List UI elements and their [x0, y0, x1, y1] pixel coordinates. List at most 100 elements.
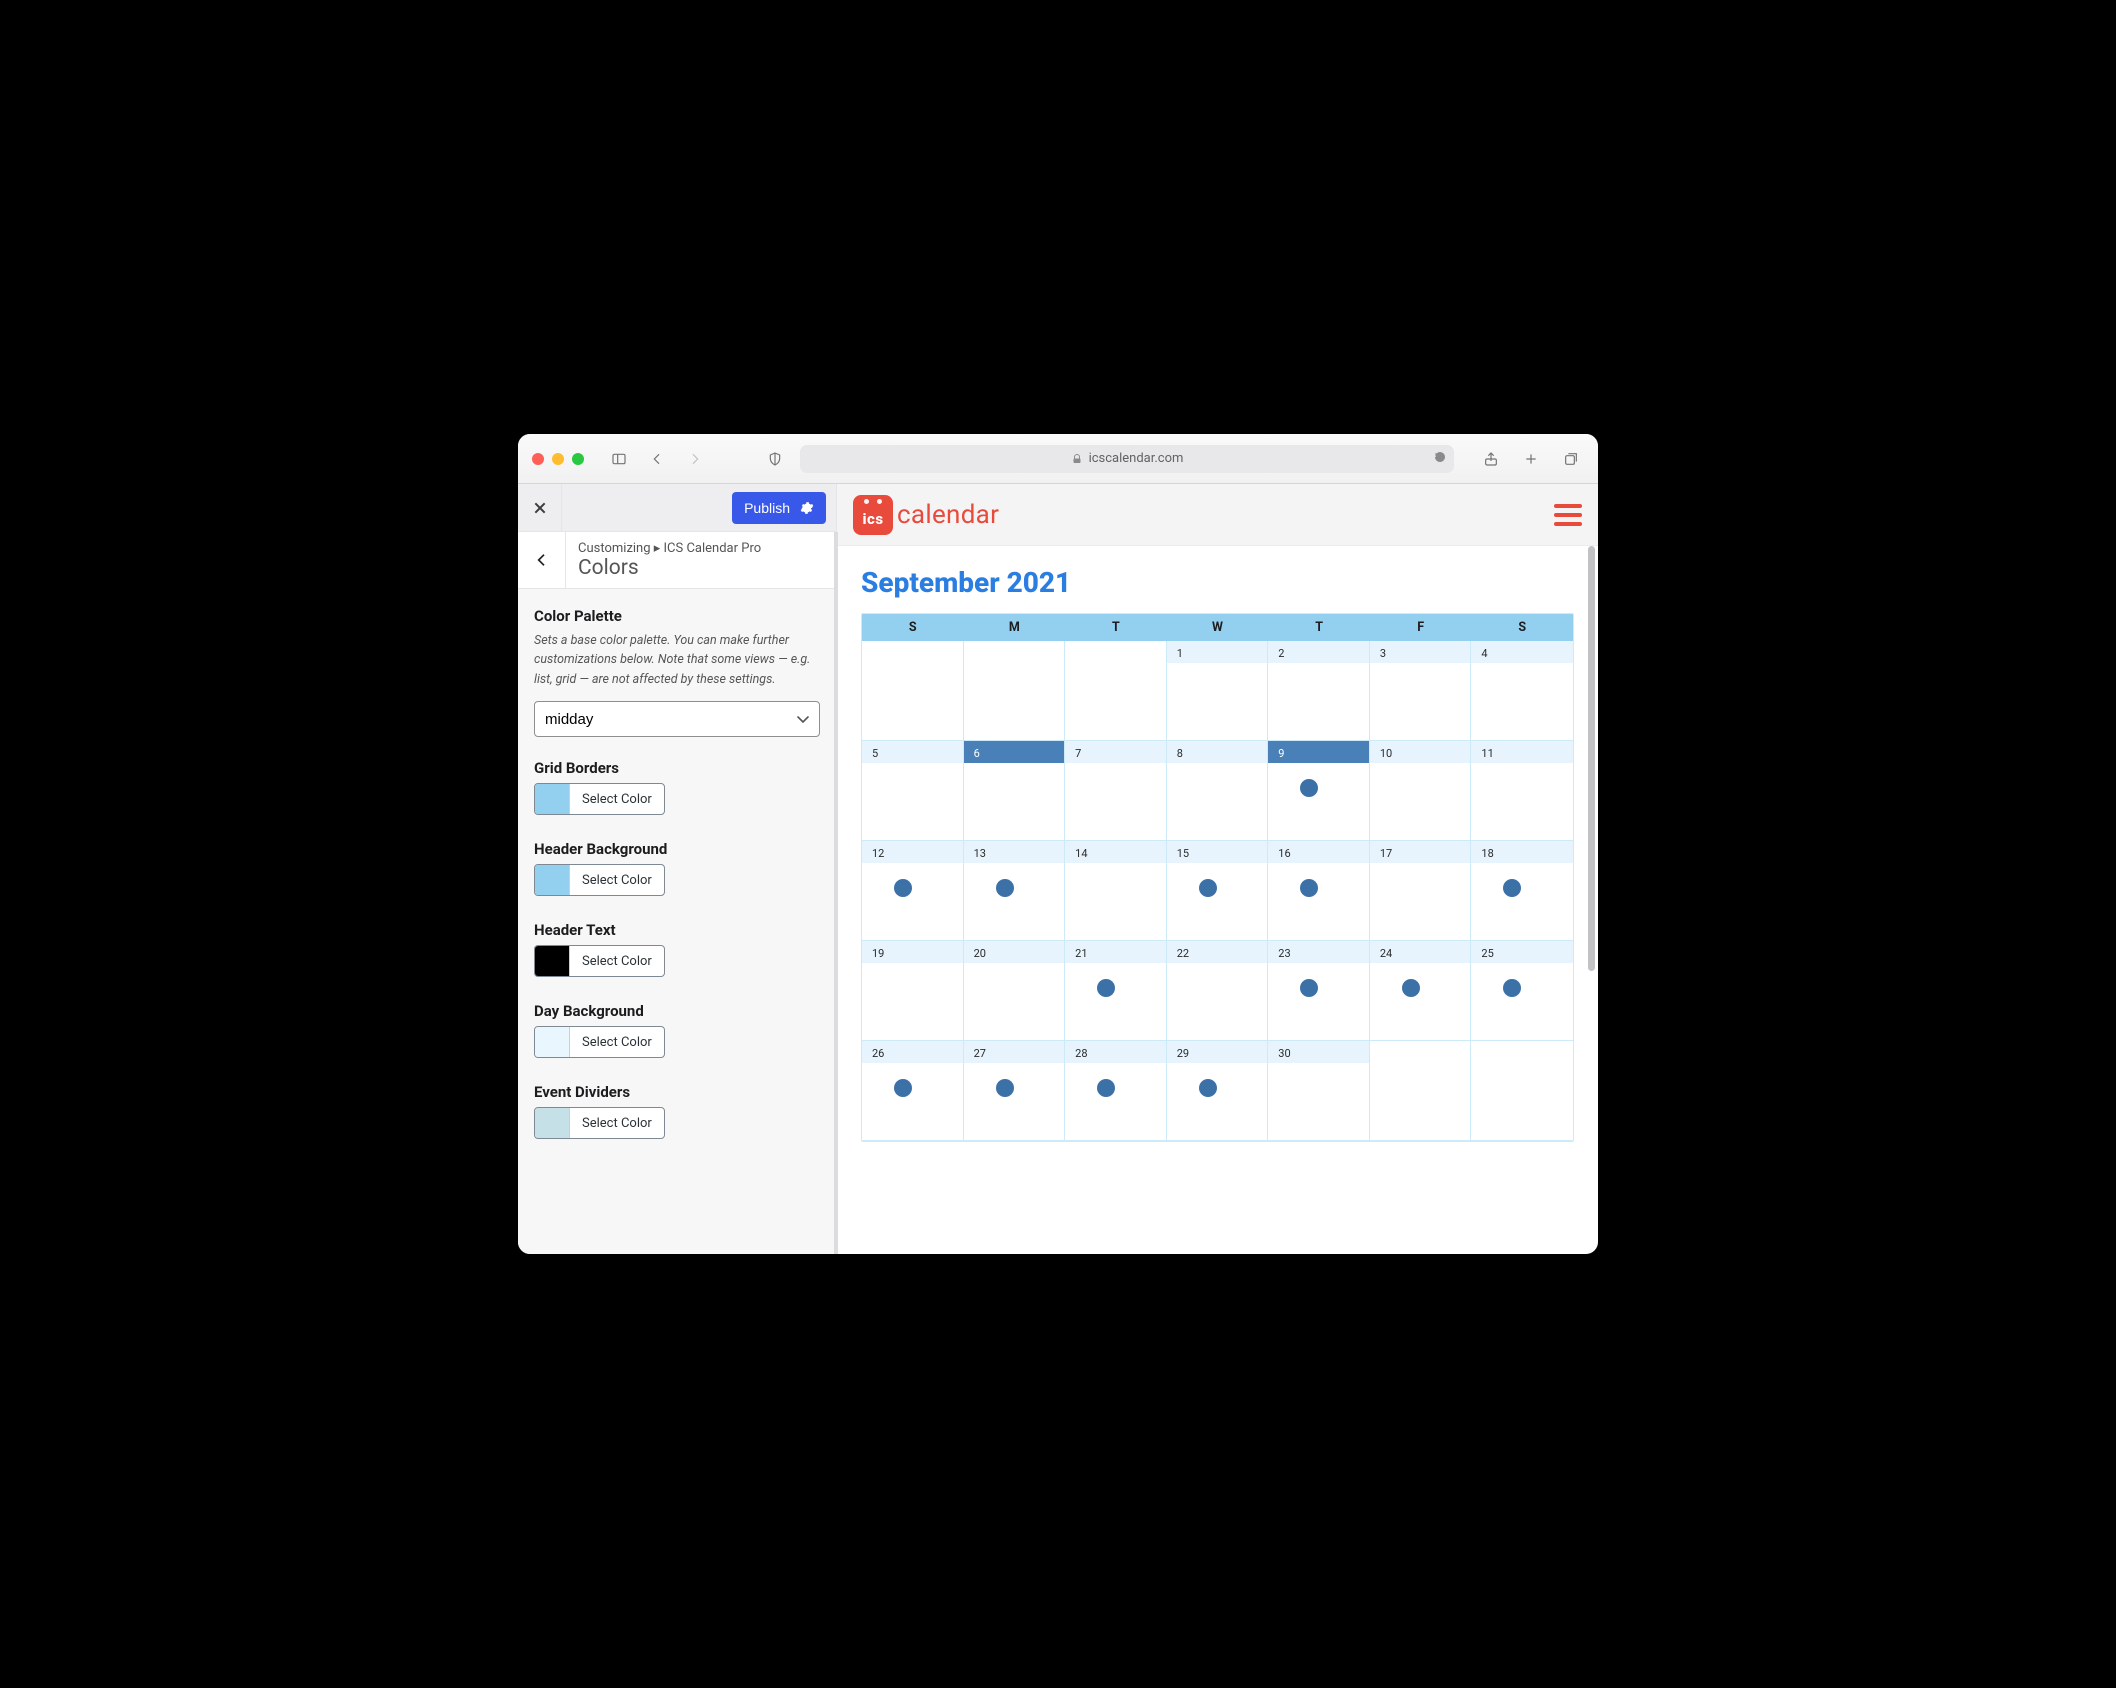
privacy-report-icon[interactable] [762, 446, 788, 472]
calendar-cell[interactable]: 9 [1268, 741, 1370, 841]
calendar-cell[interactable]: 4 [1471, 641, 1573, 741]
calendar-cell[interactable]: 12 [862, 841, 964, 941]
calendar-area[interactable]: September 2021 SMTWTFS ...12345678910111… [837, 546, 1598, 1254]
day-label: S [862, 614, 964, 641]
calendar-cell[interactable]: 5 [862, 741, 964, 841]
calendar-cell[interactable]: 8 [1167, 741, 1269, 841]
menu-button[interactable] [1554, 504, 1582, 526]
calendar-cell[interactable]: 19 [862, 941, 964, 1041]
customizer-scroll[interactable]: Color Palette Sets a base color palette.… [518, 589, 836, 1254]
day-number: 13 [964, 841, 1065, 863]
calendar-cell[interactable]: 18 [1471, 841, 1573, 941]
color-section-header_text: Header Text Select Color [534, 921, 820, 980]
calendar-cell: . [964, 641, 1066, 741]
calendar-cell[interactable]: 28 [1065, 1041, 1167, 1141]
calendar-cell[interactable]: 6 [964, 741, 1066, 841]
select-color-grid_borders[interactable]: Select Color [534, 783, 665, 815]
event-dot-icon [894, 1079, 912, 1097]
color-swatch-event_dividers [535, 1108, 569, 1138]
preview-scrollbar[interactable] [1588, 546, 1595, 971]
calendar-cell[interactable]: 17 [1370, 841, 1472, 941]
calendar-cell[interactable]: 30 [1268, 1041, 1370, 1141]
day-number: 5 [862, 741, 963, 763]
day-number: 23 [1268, 941, 1369, 963]
sidebar-toggle-button[interactable] [606, 446, 632, 472]
calendar-cell[interactable]: 14 [1065, 841, 1167, 941]
calendar-cell[interactable]: 11 [1471, 741, 1573, 841]
calendar-cell[interactable]: 20 [964, 941, 1066, 1041]
minimize-window-button[interactable] [552, 453, 564, 465]
customizer-panel: Publish Customizing ▸ ICS Calendar Pro C… [518, 484, 837, 1254]
calendar-cell[interactable]: 25 [1471, 941, 1573, 1041]
day-number: 1 [1167, 641, 1268, 663]
calendar-cell: . [1065, 641, 1167, 741]
close-window-button[interactable] [532, 453, 544, 465]
calendar-cell[interactable]: 23 [1268, 941, 1370, 1041]
color-label-header_text: Header Text [534, 921, 820, 939]
zoom-window-button[interactable] [572, 453, 584, 465]
calendar-cell[interactable]: 26 [862, 1041, 964, 1141]
calendar-cell[interactable]: 2 [1268, 641, 1370, 741]
day-number: 30 [1268, 1041, 1369, 1063]
day-label: T [1065, 614, 1167, 641]
calendar-cell[interactable]: 15 [1167, 841, 1269, 941]
calendar-cell[interactable]: 16 [1268, 841, 1370, 941]
gear-icon [800, 501, 814, 515]
day-number: 25 [1471, 941, 1573, 963]
calendar-grid: SMTWTFS ...12345678910111213141516171819… [861, 613, 1574, 1142]
calendar-cell: . [862, 641, 964, 741]
calendar-cell[interactable]: 29 [1167, 1041, 1269, 1141]
tab-overview-button[interactable] [1558, 446, 1584, 472]
reload-button[interactable] [1434, 451, 1446, 467]
select-color-header_text[interactable]: Select Color [534, 945, 665, 977]
event-dot-icon [1199, 879, 1217, 897]
calendar-cell[interactable]: 1 [1167, 641, 1269, 741]
address-bar-host: icscalendar.com [1089, 451, 1184, 466]
calendar-cell[interactable]: 3 [1370, 641, 1472, 741]
color-label-day_background: Day Background [534, 1002, 820, 1020]
publish-button[interactable]: Publish [732, 492, 826, 524]
browser-window: icscalendar.com [518, 434, 1598, 1254]
address-bar[interactable]: icscalendar.com [800, 445, 1454, 473]
select-color-header_background[interactable]: Select Color [534, 864, 665, 896]
site-logo[interactable]: ics calendar [853, 495, 999, 535]
nav-back-button[interactable] [644, 446, 670, 472]
select-color-label: Select Color [569, 784, 664, 814]
event-dot-icon [996, 879, 1014, 897]
day-number: 15 [1167, 841, 1268, 863]
site-header: ics calendar [837, 484, 1598, 546]
select-color-label: Select Color [569, 865, 664, 895]
calendar-cell[interactable]: 7 [1065, 741, 1167, 841]
breadcrumb-back-button[interactable] [518, 532, 566, 588]
day-label: F [1370, 614, 1472, 641]
calendar-cell[interactable]: 13 [964, 841, 1066, 941]
day-number: 12 [862, 841, 963, 863]
event-dot-icon [1503, 879, 1521, 897]
select-color-day_background[interactable]: Select Color [534, 1026, 665, 1058]
calendar-cell: . [1471, 1041, 1573, 1141]
select-color-event_dividers[interactable]: Select Color [534, 1107, 665, 1139]
calendar-cell[interactable]: 24 [1370, 941, 1472, 1041]
calendar-title: September 2021 [861, 566, 1574, 599]
day-label: T [1268, 614, 1370, 641]
customizer-close-button[interactable] [518, 484, 562, 531]
share-button[interactable] [1478, 446, 1504, 472]
nav-forward-button[interactable] [682, 446, 708, 472]
day-number: 6 [964, 741, 1065, 763]
color-swatch-header_text [535, 946, 569, 976]
color-section-event_dividers: Event Dividers Select Color [534, 1083, 820, 1142]
color-section-header_background: Header Background Select Color [534, 840, 820, 899]
breadcrumb: Customizing ▸ ICS Calendar Pro Colors [518, 532, 836, 589]
day-number: 20 [964, 941, 1065, 963]
calendar-cell[interactable]: 10 [1370, 741, 1472, 841]
palette-select[interactable]: midday [534, 701, 820, 737]
event-dot-icon [1300, 979, 1318, 997]
calendar-cell[interactable]: 27 [964, 1041, 1066, 1141]
day-number: 16 [1268, 841, 1369, 863]
select-color-label: Select Color [569, 1027, 664, 1057]
calendar-cell: . [1370, 1041, 1472, 1141]
new-tab-button[interactable] [1518, 446, 1544, 472]
calendar-cell[interactable]: 21 [1065, 941, 1167, 1041]
day-number: 27 [964, 1041, 1065, 1063]
calendar-cell[interactable]: 22 [1167, 941, 1269, 1041]
